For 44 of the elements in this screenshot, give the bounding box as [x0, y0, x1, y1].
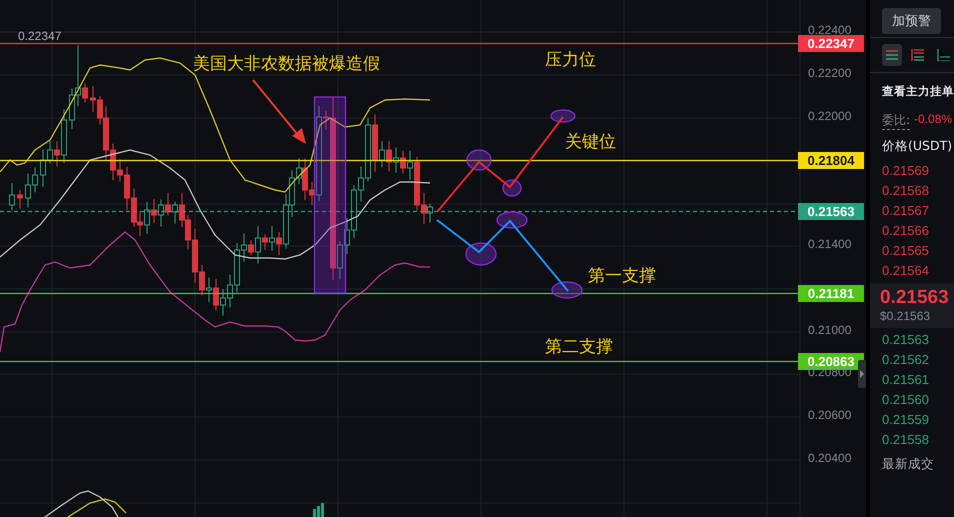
order-book-layout-icon — [911, 49, 925, 61]
chart-annotation: 第二支撑 — [545, 337, 613, 357]
price-axis-label: 0.22000 — [808, 108, 852, 123]
order-book-layout-icon — [885, 49, 899, 61]
last-price-usd: $0.21563 — [880, 309, 932, 324]
bid-price: 0.21562 — [881, 351, 930, 369]
annotation-arrow — [252, 79, 306, 144]
panel-collapse-handle[interactable] — [858, 360, 866, 388]
price-axis-label: 0.22200 — [808, 66, 852, 80]
price-axis-label: 0.20600 — [808, 408, 852, 422]
ask-price: 0.21569 — [881, 162, 930, 180]
bid-price: 0.21559 — [881, 411, 930, 429]
ask-price: 0.21564 — [881, 262, 930, 280]
bid-ask-ratio-label: 委比: — [882, 112, 910, 130]
price-tag: 0.21181 — [798, 285, 864, 302]
chart-annotation: 第一支撑 — [588, 266, 656, 286]
ask-price: 0.21568 — [881, 182, 930, 200]
chart-annotation: 关键位 — [565, 132, 616, 152]
bid-price: 0.21560 — [881, 391, 930, 409]
ask-price: 0.21567 — [881, 202, 930, 220]
chart-annotation: 压力位 — [545, 50, 596, 70]
bid-ask-ratio-value: -0.08% — [914, 112, 952, 128]
order-book-layout-icon — [937, 49, 951, 61]
ask-price: 0.21565 — [881, 242, 930, 260]
add-alert-button[interactable]: 加预警 — [882, 8, 941, 34]
ask-price: 0.21566 — [881, 222, 930, 240]
bid-price: 0.21561 — [881, 371, 930, 389]
chart-annotation: 美国大非农数据被爆造假 — [193, 54, 380, 74]
last-price: 0.21563 — [880, 287, 950, 309]
price-tag: 0.21804 — [798, 152, 864, 169]
main-orders-link[interactable]: 查看主力挂单 — [870, 73, 954, 99]
bid-price: 0.21558 — [881, 431, 930, 449]
high-price-marker: 0.22347 — [18, 29, 62, 43]
indicator-line — [68, 498, 126, 517]
price-axis-label: 0.20400 — [808, 451, 852, 465]
bid-price: 0.21563 — [881, 331, 930, 349]
price-tag: 0.22347 — [798, 35, 864, 52]
recent-trades-tab[interactable]: 最新成交 — [870, 450, 954, 473]
price-axis-label: 0.21400 — [808, 237, 852, 251]
price-axis-label: 0.22400 — [808, 23, 852, 37]
order-book-view-tab[interactable] — [882, 44, 902, 66]
price-column-header: 价格(USDT) — [881, 137, 954, 155]
price-axis-label: 0.21000 — [808, 322, 852, 337]
price-tag: 0.21563 — [798, 203, 864, 220]
